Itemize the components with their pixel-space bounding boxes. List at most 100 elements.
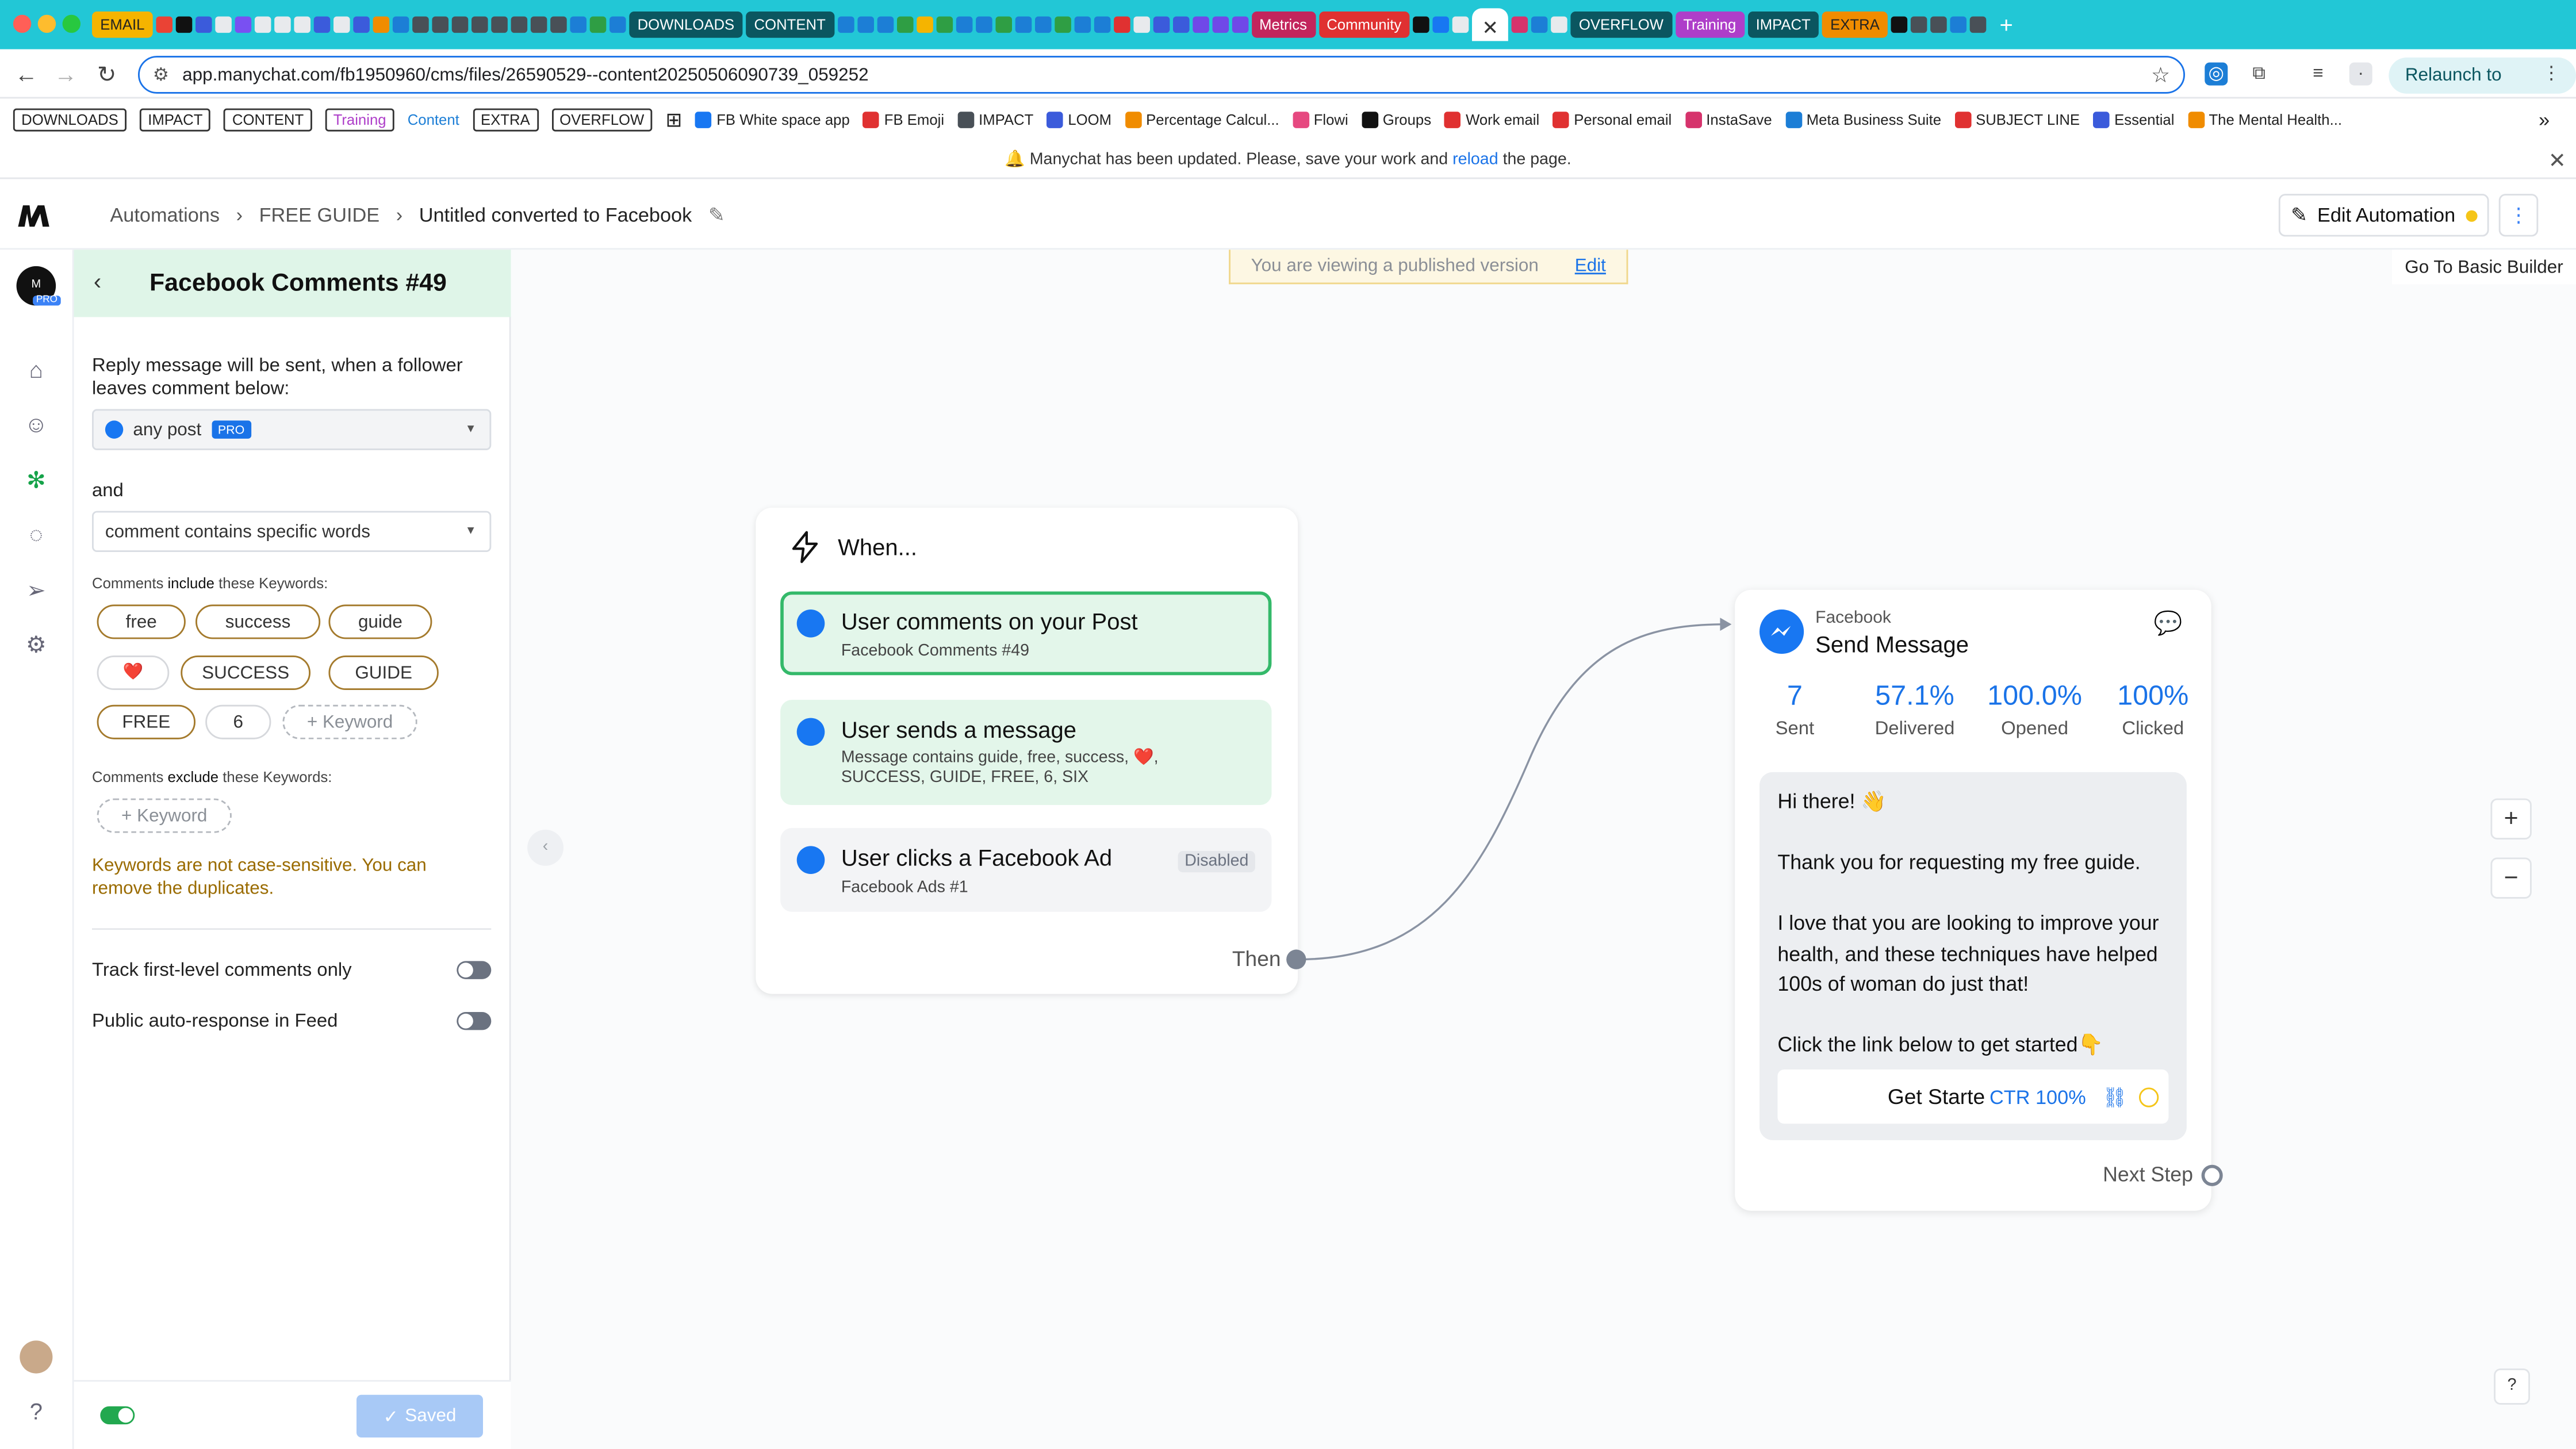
sheets-tab-icon[interactable]: [936, 16, 952, 33]
meta-tab-icon[interactable]: [1093, 16, 1110, 33]
keyword-chip[interactable]: GUIDE: [328, 656, 439, 690]
settings-gear-icon[interactable]: ⚙: [20, 627, 52, 660]
bookmark-folder[interactable]: OVERFLOW: [551, 108, 653, 132]
bookmark-link[interactable]: The Mental Health...: [2187, 112, 2342, 128]
docs-tab-icon[interactable]: [1074, 16, 1090, 33]
tab-group-impact[interactable]: IMPACT: [1747, 12, 1819, 38]
tab-icon[interactable]: [254, 16, 271, 33]
trigger-sends-message[interactable]: User sends a message Message contains gu…: [780, 700, 1272, 805]
more-options-icon[interactable]: ⋮: [2498, 194, 2539, 237]
when-trigger-card[interactable]: When... User comments on your Post Faceb…: [756, 507, 1306, 994]
bookmark-folder[interactable]: EXTRA: [472, 108, 538, 132]
extension-icon[interactable]: ◎: [2205, 62, 2228, 86]
automation-icon[interactable]: ✻: [20, 463, 52, 496]
bookmark-link[interactable]: Groups: [1361, 112, 1431, 128]
manychat-tab-icon[interactable]: [175, 16, 193, 33]
bookmark-link[interactable]: FB White space app: [695, 112, 850, 128]
add-keyword-button[interactable]: + Keyword: [282, 704, 417, 739]
tab-icon[interactable]: [1231, 16, 1248, 33]
message-bubble[interactable]: Hi there! 👋 Thank you for requesting my …: [1759, 772, 2187, 1140]
bookmark-link[interactable]: Essential: [2092, 112, 2174, 128]
tab-icon[interactable]: [589, 16, 607, 33]
tab-icon[interactable]: [392, 16, 409, 33]
tab-group-email[interactable]: EMAIL: [92, 12, 153, 38]
docs-tab-icon[interactable]: [876, 16, 893, 33]
tab-icon[interactable]: [274, 16, 291, 33]
keyword-chip[interactable]: SUCCESS: [181, 656, 310, 690]
tab-icon[interactable]: [1950, 16, 1967, 33]
docs-tab-icon[interactable]: [955, 16, 972, 33]
tab-group-community[interactable]: Community: [1318, 12, 1410, 38]
minimize-window-button[interactable]: [37, 14, 56, 33]
tab-icon[interactable]: [195, 16, 212, 33]
active-tab-close-icon[interactable]: ✕: [1472, 8, 1508, 41]
add-exclude-keyword-button[interactable]: + Keyword: [97, 798, 232, 833]
tab-icon[interactable]: [491, 16, 508, 33]
drive-tab-icon[interactable]: [915, 16, 933, 33]
tab-icon[interactable]: [353, 16, 370, 33]
help-icon[interactable]: ?: [20, 1395, 52, 1428]
bookmark-link[interactable]: Percentage Calcul...: [1124, 112, 1279, 128]
forward-arrow-icon[interactable]: →: [52, 61, 79, 87]
bookmark-link[interactable]: Meta Business Suite: [1785, 112, 1941, 128]
tab-icon[interactable]: [1551, 16, 1567, 33]
tab-icon[interactable]: [215, 16, 232, 33]
next-step-handle[interactable]: [2201, 1164, 2223, 1186]
instagram-tab-icon[interactable]: [1511, 16, 1528, 33]
home-icon[interactable]: ⌂: [20, 353, 52, 386]
tab-icon[interactable]: [1452, 16, 1469, 33]
tab-group-content[interactable]: CONTENT: [746, 12, 834, 38]
more-bookmarks-icon[interactable]: »: [2539, 109, 2576, 132]
facebook-tab-icon[interactable]: [1432, 16, 1450, 33]
condition-select[interactable]: comment contains specific words ▼: [92, 511, 492, 552]
edit-automation-button[interactable]: ✎ Edit Automation: [2278, 194, 2489, 237]
tab-icon[interactable]: [1891, 16, 1908, 33]
tab-icon[interactable]: [1531, 16, 1548, 33]
bookmark-star-icon[interactable]: ☆: [2151, 63, 2170, 89]
site-info-icon[interactable]: ⚙: [153, 64, 169, 85]
keyword-chip[interactable]: free: [97, 604, 186, 639]
docs-tab-icon[interactable]: [1034, 16, 1051, 33]
gmail-tab-icon[interactable]: [156, 16, 173, 33]
docs-tab-icon[interactable]: [975, 16, 992, 33]
bookmark-folder[interactable]: Content: [408, 112, 459, 128]
tab-icon[interactable]: [471, 16, 488, 33]
tab-group-overflow[interactable]: OVERFLOW: [1570, 12, 1672, 38]
tab-icon[interactable]: [1172, 16, 1189, 33]
tab-icon[interactable]: [1113, 16, 1130, 33]
breadcrumb-automations[interactable]: Automations: [110, 204, 220, 227]
pencil-icon[interactable]: ✎: [708, 204, 725, 227]
help-icon[interactable]: ?: [2494, 1368, 2530, 1405]
zoom-in-button[interactable]: +: [2490, 798, 2532, 839]
sheets-tab-icon[interactable]: [995, 16, 1011, 33]
tab-icon[interactable]: [610, 16, 626, 33]
bookmark-link[interactable]: InstaSave: [1685, 112, 1772, 128]
tab-icon[interactable]: [550, 16, 567, 33]
zoom-out-button[interactable]: −: [2490, 857, 2532, 899]
broadcast-send-icon[interactable]: ➢: [20, 573, 52, 606]
keyword-chip[interactable]: ❤️: [97, 656, 170, 690]
sheets-tab-icon[interactable]: [1053, 16, 1071, 33]
trigger-comments-on-post[interactable]: User comments on your Post Facebook Comm…: [780, 591, 1272, 676]
tab-icon[interactable]: [1930, 16, 1948, 33]
breadcrumb-folder[interactable]: FREE GUIDE: [259, 204, 380, 227]
address-bar[interactable]: ⚙ app.manychat.com/fb1950960/cms/files/2…: [138, 56, 2185, 94]
keyword-chip[interactable]: success: [195, 604, 321, 639]
trigger-active-toggle[interactable]: [100, 1406, 135, 1425]
send-message-card[interactable]: Facebook Send Message 💬 7 Sent 57.1% Del…: [1735, 589, 2223, 1211]
tab-icon[interactable]: [1133, 16, 1149, 33]
manychat-logo[interactable]: [17, 201, 53, 239]
contacts-icon[interactable]: ☺: [20, 408, 52, 440]
live-chat-icon[interactable]: ◌: [20, 518, 52, 550]
reload-link[interactable]: reload: [1452, 151, 1498, 169]
post-select[interactable]: any post PRO ▼: [92, 409, 492, 450]
bookmark-link[interactable]: Flowi: [1292, 112, 1348, 128]
track-first-level-toggle[interactable]: [457, 961, 492, 979]
tab-group-metrics[interactable]: Metrics: [1251, 12, 1316, 38]
docs-tab-icon[interactable]: [857, 16, 873, 33]
tab-icon[interactable]: [373, 16, 390, 33]
bookmark-link[interactable]: LOOM: [1046, 112, 1111, 128]
bookmark-link[interactable]: IMPACT: [957, 112, 1033, 128]
button-connector-handle[interactable]: [2138, 1087, 2159, 1107]
tab-icon[interactable]: [530, 16, 547, 33]
